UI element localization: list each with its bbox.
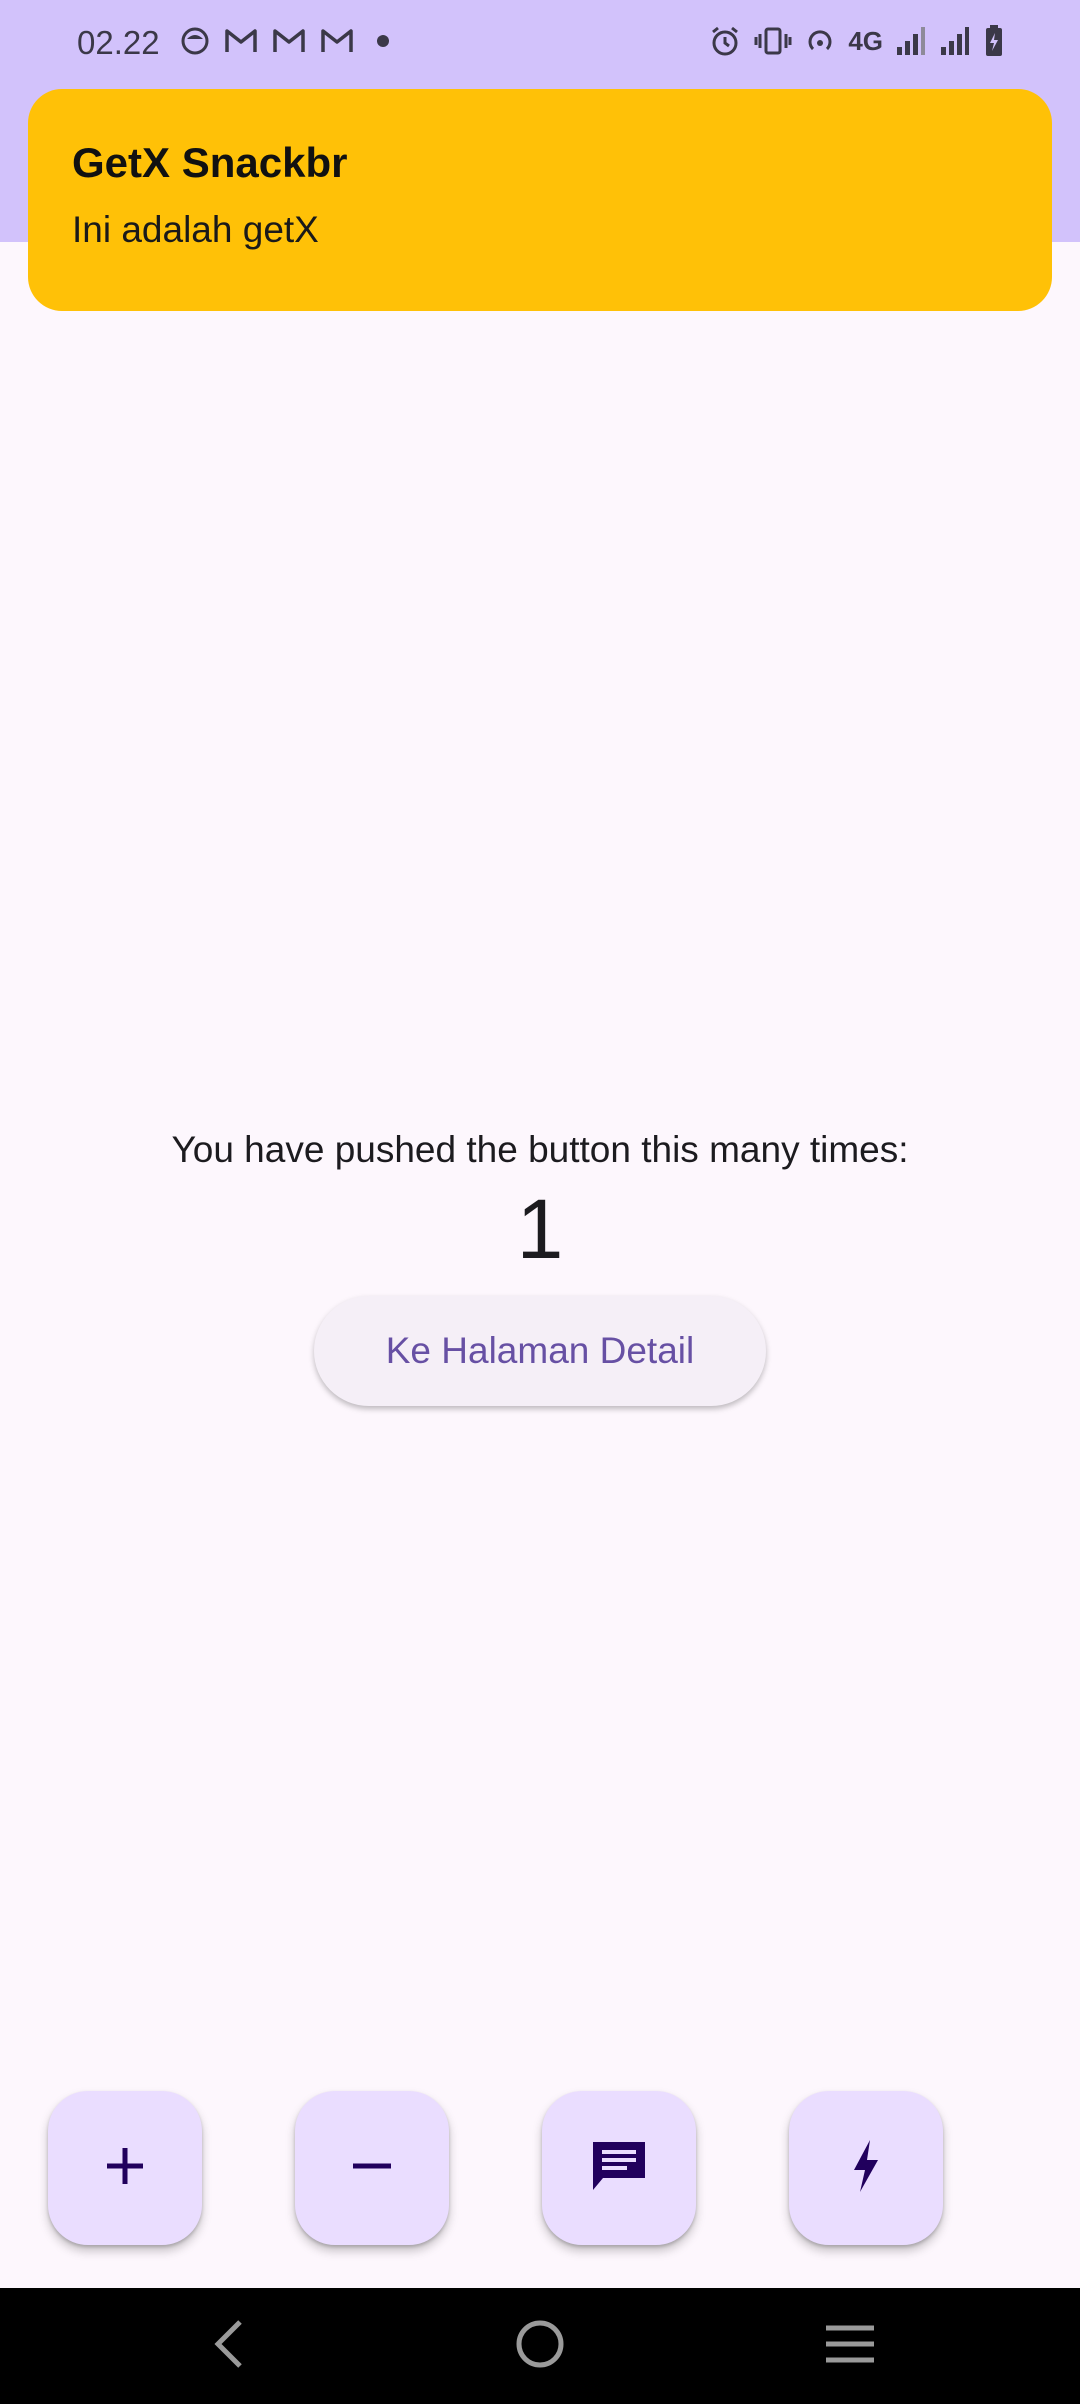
increment-button[interactable] bbox=[48, 2091, 202, 2245]
system-icons: 4G bbox=[708, 24, 1005, 58]
notification-icons bbox=[180, 26, 390, 56]
app-icon bbox=[180, 26, 210, 56]
signal-icon bbox=[895, 25, 927, 57]
home-icon bbox=[514, 2318, 566, 2375]
home-button[interactable] bbox=[510, 2316, 570, 2376]
gmail-icon bbox=[272, 27, 306, 55]
back-button[interactable] bbox=[198, 2316, 258, 2376]
system-nav-bar bbox=[0, 2288, 1080, 2404]
flash-icon bbox=[848, 2138, 884, 2199]
hotspot-icon bbox=[804, 25, 836, 57]
status-bar: 02.22 4G bbox=[0, 0, 1080, 88]
flash-button[interactable] bbox=[789, 2091, 943, 2245]
back-icon bbox=[208, 2318, 248, 2375]
vibrate-icon bbox=[754, 26, 792, 56]
battery-charging-icon bbox=[983, 24, 1005, 58]
menu-icon bbox=[824, 2322, 876, 2371]
gmail-icon bbox=[320, 27, 354, 55]
message-icon bbox=[589, 2138, 649, 2199]
snackbar-button[interactable] bbox=[542, 2091, 696, 2245]
4g-icon: 4G bbox=[848, 25, 883, 56]
snackbar-message: Ini adalah getX bbox=[72, 209, 319, 250]
decrement-button[interactable] bbox=[295, 2091, 449, 2245]
gmail-icon bbox=[224, 27, 258, 55]
snackbar[interactable]: GetX Snackbr Ini adalah getX bbox=[28, 89, 1052, 311]
menu-button[interactable] bbox=[820, 2316, 880, 2376]
minus-icon bbox=[350, 2144, 394, 2193]
detail-page-button[interactable]: Ke Halaman Detail bbox=[314, 1296, 766, 1406]
counter-value: 1 bbox=[516, 1182, 564, 1276]
alarm-icon bbox=[708, 24, 742, 58]
main-content: You have pushed the button this many tim… bbox=[0, 1120, 1080, 1406]
signal-icon bbox=[939, 25, 971, 57]
counter-description: You have pushed the button this many tim… bbox=[171, 1129, 909, 1170]
snackbar-title: GetX Snackbr bbox=[72, 139, 348, 186]
status-time: 02.22 bbox=[77, 24, 160, 61]
dot-icon bbox=[376, 34, 390, 48]
plus-icon bbox=[103, 2144, 147, 2193]
